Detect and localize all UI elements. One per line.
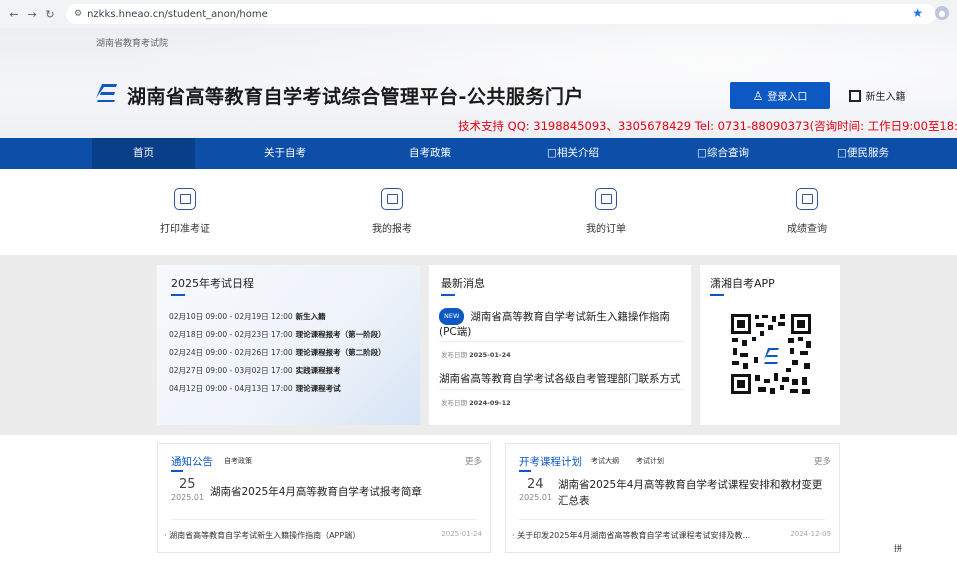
site-header: 湖南省教育考试院 湖南省高等教育自学考试综合管理平台-公共服务门户 ♙ 登录入口… (0, 28, 957, 138)
order-icon (595, 188, 617, 210)
divider (439, 341, 684, 342)
ime-indicator[interactable]: 拼 (891, 542, 905, 554)
divider (519, 519, 825, 520)
notice-item-date: 2025-01-24 (441, 530, 482, 538)
divider (439, 389, 684, 390)
new-badge: NEW (439, 308, 465, 325)
login-button[interactable]: ♙ 登录入口 (730, 82, 830, 109)
featured-day: 24 (527, 477, 544, 492)
quick-label: 我的订单 (586, 224, 626, 235)
news-date: 发布日期 2025-01-24 (441, 351, 511, 359)
schedule-row: 02月18日 09:00 - 02月23日 17:00 理论课程报考（第一阶段） (169, 330, 386, 339)
news-item-link[interactable]: NEW 湖南省高等教育自学考试新生入籍操作指南(PC端) (439, 308, 684, 340)
nav-home[interactable]: 首页 (92, 138, 195, 169)
nav-services[interactable]: □便民服务 (818, 138, 908, 169)
notice-panel: 通知公告 自考政策 更多 25 2025.01 湖南省2025年4月高等教育自学… (157, 443, 491, 553)
featured-month: 2025.01 (171, 493, 205, 502)
reload-icon[interactable]: ↻ (42, 6, 58, 22)
quick-print-ticket[interactable]: 打印准考证 (145, 188, 225, 235)
quick-label: 打印准考证 (160, 224, 210, 235)
org-name: 湖南省教育考试院 (96, 39, 169, 49)
quick-my-orders[interactable]: 我的订单 (566, 188, 646, 235)
bookmark-star-icon[interactable]: ★ (912, 6, 923, 20)
quick-my-registration[interactable]: 我的报考 (352, 188, 432, 235)
notice-title[interactable]: 通知公告 (171, 454, 213, 469)
plan-item-link[interactable]: · 关于印发2025年4月湖南省高等教育自学考试课程考试安排及教... (512, 530, 750, 541)
quick-score-query[interactable]: 成绩查询 (767, 188, 847, 235)
quick-links: 打印准考证 我的报考 我的订单 成绩查询 (0, 169, 957, 255)
plan-tag[interactable]: 考试大纲 (591, 456, 619, 466)
course-plan-panel: 开考课程计划 考试大纲 考试计划 更多 24 2025.01 湖南省2025年4… (505, 443, 840, 553)
schedule-row: 02月10日 09:00 - 02月19日 12:00 新生入籍 (169, 312, 326, 321)
title-underline (171, 470, 183, 472)
plan-more-link[interactable]: 更多 (814, 455, 831, 467)
schedule-row: 02月27日 09:00 - 03月02日 17:00 实践课程报考 (169, 366, 341, 375)
title-underline (171, 294, 185, 296)
url-text: nzkks.hneao.cn/student_anon/home (87, 8, 268, 20)
nav-intro[interactable]: □相关介绍 (528, 138, 618, 169)
notice-item-link[interactable]: · 湖南省高等教育自学考试新生入籍操作指南（APP端） (164, 530, 360, 541)
schedule-row: 02月24日 09:00 - 02月26日 17:00 理论课程报考（第二阶段） (169, 348, 386, 357)
user-icon: ♙ (752, 88, 764, 103)
featured-notice-link[interactable]: 湖南省2025年4月高等教育自学考试报考简章 (210, 484, 422, 500)
registration-icon (381, 188, 403, 210)
back-icon[interactable]: ← (6, 6, 22, 22)
featured-month: 2025.01 (519, 493, 553, 502)
browser-toolbar: ← → ↻ ⚙ nzkks.hneao.cn/student_anon/home… (0, 0, 957, 28)
new-student-label: 新生入籍 (865, 92, 906, 103)
notice-tag[interactable]: 自考政策 (224, 456, 252, 466)
quick-label: 我的报考 (372, 224, 412, 235)
news-title: 最新消息 (441, 277, 485, 290)
new-student-button[interactable]: 新生入籍 (838, 82, 916, 109)
quick-label: 成绩查询 (787, 224, 827, 235)
schedule-row: 04月12日 09:00 - 04月13日 17:00 理论课程考试 (169, 384, 341, 393)
notice-more-link[interactable]: 更多 (465, 455, 482, 467)
title-underline (519, 470, 531, 472)
profile-avatar[interactable]: ● (935, 6, 949, 20)
plan-title[interactable]: 开考课程计划 (519, 454, 582, 469)
main-nav: 首页 关于自考 自考政策 □相关介绍 □综合查询 □便民服务 (0, 138, 957, 169)
login-label: 登录入口 (767, 92, 808, 103)
site-info-icon[interactable]: ⚙ (74, 9, 82, 19)
news-card: 最新消息 NEW 湖南省高等教育自学考试新生入籍操作指南(PC端) 发布日期 20… (429, 265, 691, 425)
admission-ticket-icon (174, 188, 196, 210)
address-bar[interactable]: ⚙ nzkks.hneao.cn/student_anon/home (66, 4, 936, 24)
schedule-title: 2025年考试日程 (171, 277, 254, 290)
app-title: 潇湘自考APP (710, 277, 775, 290)
forward-icon[interactable]: → (24, 6, 40, 22)
site-title: 湖南省高等教育自学考试综合管理平台-公共服务门户 (127, 86, 584, 108)
plan-tag[interactable]: 考试计划 (636, 456, 664, 466)
nav-query[interactable]: □综合查询 (678, 138, 768, 169)
plan-item-date: 2024-12-09 (790, 530, 831, 538)
title-underline (710, 294, 724, 296)
id-card-icon (848, 89, 861, 102)
news-date: 发布日期 2024-09-12 (441, 399, 511, 407)
site-logo-icon (96, 84, 117, 102)
support-info: 技术支持 QQ: 3198845093、3305678429 Tel: 0731… (458, 119, 957, 133)
nav-policy[interactable]: 自考政策 (385, 138, 475, 169)
news-item-link[interactable]: 湖南省高等教育自学考试各级自考管理部门联系方式 (439, 371, 681, 386)
app-card: 潇湘自考APP (700, 265, 840, 425)
title-underline (441, 294, 455, 296)
featured-day: 25 (179, 477, 196, 492)
featured-plan-link[interactable]: 湖南省2025年4月高等教育自学考试课程安排和教材变更汇总表 (558, 477, 828, 509)
score-query-icon (796, 188, 818, 210)
divider (171, 519, 477, 520)
schedule-card: 2025年考试日程 02月10日 09:00 - 02月19日 12:00 新生入… (157, 265, 420, 425)
nav-about[interactable]: 关于自考 (240, 138, 330, 169)
app-qr-code (730, 313, 812, 395)
